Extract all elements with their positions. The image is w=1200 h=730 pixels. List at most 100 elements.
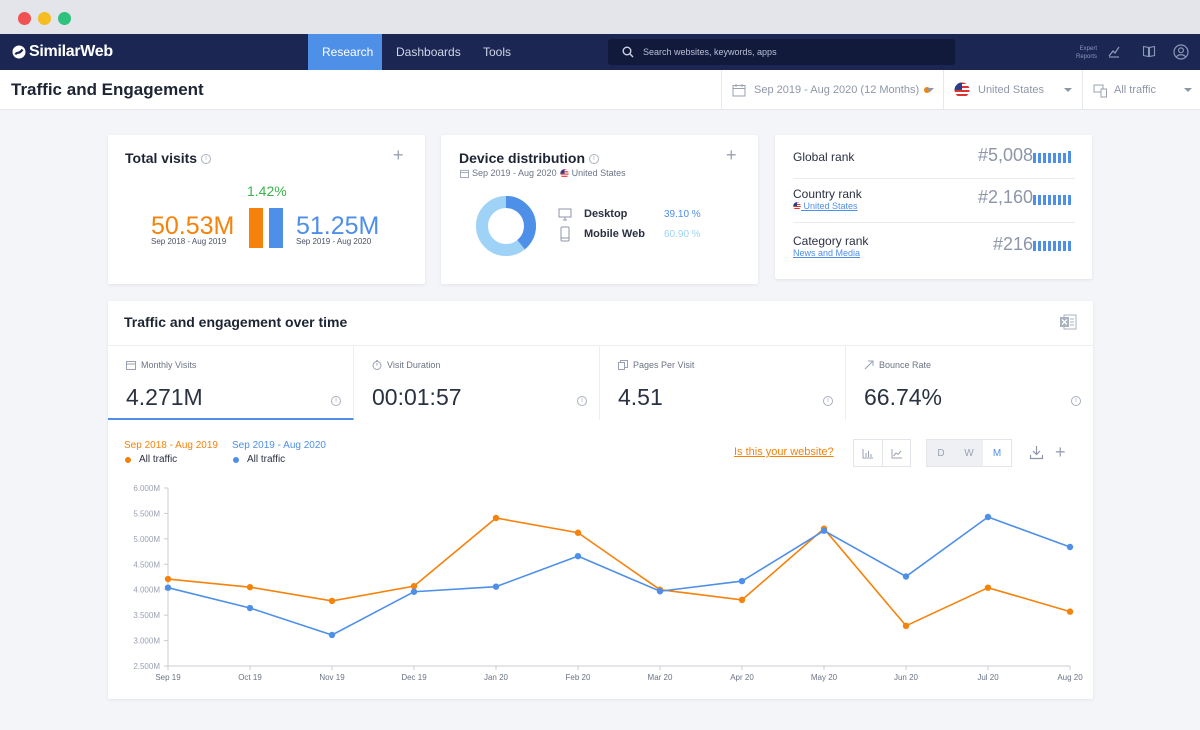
y-tick-label: 2.500M	[133, 662, 160, 671]
x-tick-label: Nov 19	[319, 673, 345, 682]
close-window-button[interactable]	[18, 12, 31, 25]
mobile-value: 60.90 %	[664, 229, 701, 240]
country-rank-link[interactable]: United States	[793, 201, 858, 211]
x-tick-label: Mar 20	[648, 673, 673, 682]
metric-pages-per-visit[interactable]: Pages Per Visit 4.51 i	[600, 345, 846, 420]
device-distribution-card: Device distribution i Sep 2019 - Aug 202…	[441, 135, 758, 284]
total-visits-change: 1.42%	[247, 183, 287, 199]
brand-logo[interactable]: SimilarWeb	[12, 43, 113, 61]
excel-export-icon[interactable]	[1059, 314, 1077, 330]
total-visits-card: Total visits i + 1.42% 50.53M Sep 2018 -…	[108, 135, 425, 284]
x-tick-label: Jan 20	[484, 673, 509, 682]
series-point-1	[656, 588, 664, 595]
expert-label: Expert	[1079, 46, 1098, 52]
page-header: Traffic and Engagement Sep 2019 - Aug 20…	[0, 70, 1200, 110]
global-rank-label: Global rank	[793, 150, 855, 164]
previous-period-label: Sep 2018 - Aug 2019	[151, 237, 227, 246]
legend-previous-label: All traffic	[139, 454, 178, 465]
minimize-window-button[interactable]	[38, 12, 51, 25]
device-country: United States	[571, 168, 626, 178]
visit-duration-label-text: Visit Duration	[387, 360, 441, 370]
series-line-0	[167, 517, 1071, 627]
x-tick-label: Jun 20	[894, 673, 919, 682]
x-tick-label: Apr 20	[730, 673, 754, 682]
date-range-filter[interactable]: Sep 2019 - Aug 2020 (12 Months)	[721, 70, 943, 110]
current-visits-bar	[269, 208, 283, 248]
pages-per-visit-label-text: Pages Per Visit	[633, 360, 695, 370]
y-tick-label: 3.000M	[133, 637, 160, 646]
traffic-filter[interactable]: All traffic	[1082, 70, 1200, 110]
add-icon[interactable]: +	[393, 145, 404, 166]
metric-visit-duration[interactable]: Visit Duration 00:01:57 i	[354, 345, 600, 420]
window-chrome	[0, 0, 1200, 34]
nav-dashboards[interactable]: Dashboards	[382, 34, 475, 70]
info-icon[interactable]: i	[588, 154, 599, 165]
info-icon[interactable]: i	[331, 396, 341, 406]
devices-icon	[1093, 84, 1107, 97]
brand-name: SimilarWeb	[29, 43, 113, 60]
add-icon[interactable]: +	[726, 145, 737, 166]
series-point-1	[492, 583, 500, 590]
nav-tools[interactable]: Tools	[469, 34, 525, 70]
legend-current-period: Sep 2019 - Aug 2020	[232, 440, 326, 451]
legend-current-series[interactable]: All traffic	[233, 454, 285, 465]
top-navigation: SimilarWeb Research Dashboards Tools Exp…	[0, 34, 1200, 70]
book-icon[interactable]	[1142, 44, 1156, 58]
download-icon[interactable]	[1029, 445, 1044, 460]
monthly-visits-label-text: Monthly Visits	[141, 360, 197, 370]
search-input[interactable]	[643, 47, 923, 57]
device-distribution-title: Device distribution i	[459, 150, 599, 166]
bounce-rate-label-text: Bounce Rate	[879, 360, 932, 370]
category-rank-link[interactable]: News and Media	[793, 248, 860, 258]
series-point-1	[1066, 543, 1074, 551]
info-icon[interactable]: i	[577, 396, 587, 406]
previous-visits-bar	[249, 208, 263, 248]
granularity-day[interactable]: D	[927, 440, 955, 466]
series-point-0	[984, 584, 992, 591]
traffic-line-chart: 2.500M 3.000M 3.500M 4.000M 4.500M 5.000M 5.50…	[133, 484, 1083, 682]
expert-reports-icon[interactable]	[1107, 44, 1121, 58]
calendar-icon	[126, 361, 136, 370]
category-rank-value: #216	[992, 234, 1033, 254]
us-flag-icon	[793, 202, 801, 210]
series-point-0	[410, 582, 418, 590]
series-point-1	[328, 631, 336, 639]
user-account-icon[interactable]	[1173, 44, 1189, 60]
maximize-window-button[interactable]	[58, 12, 71, 25]
line-chart-icon	[891, 448, 902, 458]
metric-monthly-visits[interactable]: Monthly Visits 4.271M i	[108, 345, 354, 420]
bounce-rate-value: 66.74%	[864, 384, 943, 410]
info-icon[interactable]: i	[1071, 396, 1081, 406]
country-rank-link-text: United States	[803, 201, 858, 211]
series-point-0	[164, 575, 172, 583]
device-distribution-title-text: Device distribution	[459, 150, 586, 166]
visit-duration-label: Visit Duration	[372, 360, 440, 370]
country-filter[interactable]: United States	[943, 70, 1082, 110]
bar-chart-toggle[interactable]	[854, 440, 882, 466]
current-period-label: Sep 2019 - Aug 2020	[296, 237, 372, 246]
info-icon[interactable]: i	[200, 154, 211, 165]
chevron-down-icon	[1064, 88, 1072, 92]
add-icon[interactable]: +	[1055, 442, 1066, 463]
granularity-toggle: D W M	[926, 439, 1012, 467]
y-tick-label: 3.500M	[133, 611, 160, 620]
monthly-visits-value: 4.271M	[126, 384, 203, 410]
series-point-1	[164, 584, 172, 591]
country-rank-value: #2,160	[977, 187, 1033, 207]
granularity-month[interactable]: M	[983, 440, 1011, 466]
y-tick-label: 4.500M	[133, 560, 160, 569]
granularity-week[interactable]: W	[955, 440, 983, 466]
legend-previous-series[interactable]: All traffic	[125, 454, 177, 465]
country-rank-trend-icon	[1033, 195, 1071, 205]
bounce-rate-label: Bounce Rate	[864, 360, 931, 370]
metric-bounce-rate[interactable]: Bounce Rate 66.74% i	[846, 345, 1093, 420]
info-icon[interactable]: i	[823, 396, 833, 406]
page-title: Traffic and Engagement	[11, 80, 204, 99]
line-chart-toggle[interactable]	[882, 440, 910, 466]
nav-research[interactable]: Research	[308, 34, 382, 70]
x-tick-label: May 20	[811, 673, 838, 682]
expert-reports-link[interactable]: Expert Reports	[1076, 45, 1097, 61]
y-tick-label: 4.000M	[133, 586, 160, 595]
engagement-card: Traffic and engagement over time Monthly…	[108, 301, 1093, 699]
claim-website-link[interactable]: Is this your website?	[734, 446, 834, 458]
